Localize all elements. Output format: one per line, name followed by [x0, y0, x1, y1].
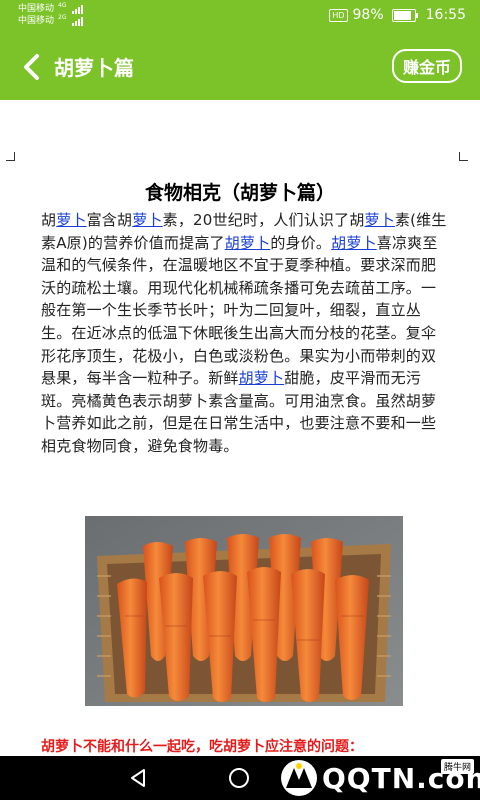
signal-2-icon [72, 16, 84, 26]
clock: 16:55 [425, 7, 466, 23]
battery-percent: 98% [352, 7, 384, 23]
nav-back-button[interactable] [124, 764, 152, 792]
carrier-1-label: 中国移动 [18, 4, 55, 14]
system-nav-bar: QQTN.com 腾牛网 [0, 756, 480, 800]
watermark: QQTN.com 腾牛网 [264, 756, 480, 800]
warning-heading: 胡萝卜不能和什么一起吃，吃胡萝卜应注意的问题： [41, 739, 363, 755]
article-link[interactable]: 胡萝卜 [225, 234, 271, 252]
article-link[interactable]: 胡萝卜 [239, 369, 285, 387]
crop-mark-left [6, 152, 15, 161]
circle-home-icon [229, 768, 249, 788]
article-text: 喜凉爽至温和的气候条件，在温暖地区不宜于夏季种植。要求深而肥沃的疏松土壤。用现代… [41, 233, 438, 388]
page-title: 胡萝卜篇 [54, 56, 134, 80]
nav-home-button[interactable] [225, 764, 253, 792]
triangle-back-icon [131, 769, 145, 787]
article-body: 胡萝卜富含胡萝卜素，20世纪时，人们认识了胡萝卜素(维生素A原)的营养价值而提高… [41, 209, 451, 458]
battery-icon [391, 8, 418, 22]
article-heading: 食物相克（胡萝卜篇） [144, 182, 335, 204]
article-content[interactable]: 食物相克（胡萝卜篇） 胡萝卜富含胡萝卜素，20世纪时，人们认识了胡萝卜素(维生素… [0, 100, 480, 756]
status-bar: 中国移动 4G 中国移动 2G HD 98% 16:55 [0, 0, 480, 34]
article-link[interactable]: 胡萝卜 [331, 234, 377, 252]
hd-badge: HD [329, 8, 348, 22]
watermark-badge: 腾牛网 [440, 759, 474, 774]
crop-mark-right [459, 152, 468, 161]
carrier-2-network: 2G [58, 14, 67, 21]
article-text: 素，20世纪时，人们认识了胡 [162, 211, 365, 229]
article-link[interactable]: 萝卜 [56, 211, 86, 229]
earn-coins-button[interactable]: 赚金币 [392, 49, 462, 83]
signal-1-icon [72, 4, 84, 14]
article-text: 的身价。 [270, 233, 332, 252]
app-header: 胡萝卜篇 赚金币 [0, 34, 480, 100]
carrier-1-network: 4G [58, 2, 67, 9]
carrots-image [85, 516, 403, 706]
article-text: 胡 [41, 211, 57, 229]
carrier-2-label: 中国移动 [18, 16, 55, 26]
watermark-logo-icon [281, 760, 317, 796]
carrier-info: 中国移动 4G 中国移动 2G [18, 2, 84, 27]
article-text: 富含胡 [86, 211, 133, 229]
article-link[interactable]: 萝卜 [365, 211, 395, 229]
article-link[interactable]: 萝卜 [132, 211, 162, 229]
chevron-left-icon [24, 54, 39, 80]
back-button[interactable] [16, 50, 46, 84]
